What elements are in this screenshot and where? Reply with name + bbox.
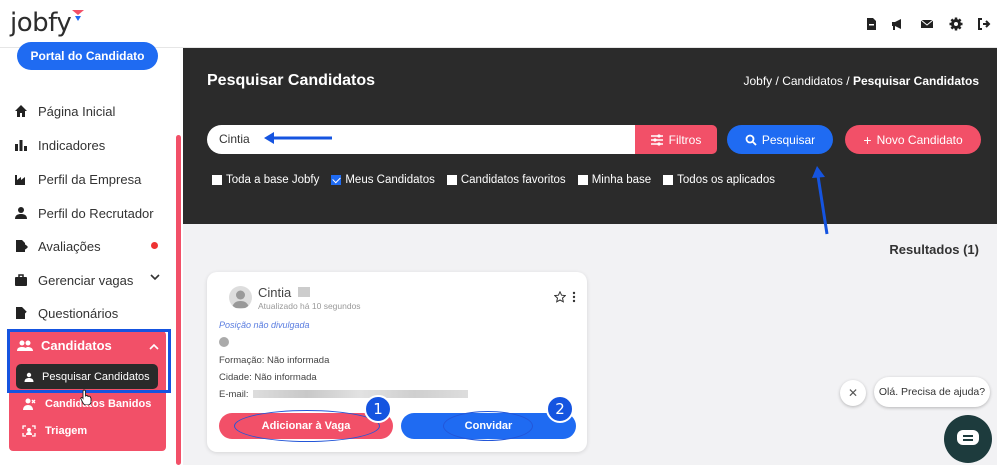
portal-candidato-button[interactable]: Portal do Candidato: [17, 42, 158, 70]
info-dot-icon: [219, 337, 229, 347]
pesquisar-label: Pesquisar: [761, 132, 816, 147]
filter-checkboxes: Toda a base Jobfy Meus Candidatos Candid…: [212, 174, 787, 186]
checkbox-label: Toda a base Jobfy: [226, 174, 320, 186]
redacted-surname: [298, 287, 310, 297]
checkbox[interactable]: [663, 175, 674, 185]
top-bar: jobfy: [0, 0, 997, 48]
subnav-label: Triagem: [45, 425, 88, 437]
subnav-label: Candidatos Banidos: [45, 398, 152, 410]
page-title: Pesquisar Candidatos: [207, 72, 376, 89]
gear-icon[interactable]: [949, 17, 963, 31]
file-export-icon: [16, 240, 28, 252]
chat-launcher-button[interactable]: [944, 415, 992, 463]
sidebar-item-label: Página Inicial: [38, 103, 116, 119]
user-icon: [15, 207, 27, 219]
sidebar-item-label: Questionários: [38, 305, 119, 321]
notification-dot: [151, 242, 158, 249]
formacao-info: Formação: Não informada: [219, 355, 330, 366]
avatar: [229, 286, 252, 309]
annotation-highlight-box: [7, 329, 171, 393]
sidebar-item-label: Perfil da Empresa: [38, 171, 142, 187]
filter-minha-base[interactable]: Minha base: [577, 174, 652, 186]
novo-candidato-label: Novo Candidato: [876, 132, 963, 147]
sidebar-item-avaliacoes[interactable]: Avaliações: [14, 235, 101, 257]
search-icon: [745, 134, 757, 146]
sidebar-item-label: Gerenciar vagas: [38, 272, 134, 288]
logo-mark-icon: [72, 10, 84, 21]
document-icon[interactable]: [864, 17, 878, 31]
chat-icon: [957, 430, 979, 445]
sidebar-item-pagina-inicial[interactable]: Página Inicial: [14, 100, 115, 122]
position-status: Posição não divulgada: [219, 320, 310, 330]
sidebar-item-label: Indicadores: [38, 137, 106, 153]
annotation-ellipse: [234, 410, 380, 442]
filter-meus-candidatos[interactable]: Meus Candidatos: [331, 174, 435, 186]
industry-icon: [15, 175, 25, 185]
more-options-icon[interactable]: [572, 291, 576, 303]
novo-candidato-button[interactable]: + Novo Candidato: [845, 125, 981, 154]
logout-icon[interactable]: [977, 17, 991, 31]
candidate-name[interactable]: Cintia: [258, 285, 291, 300]
sidebar-item-questionarios[interactable]: Questionários: [14, 302, 118, 324]
sidebar-item-perfil-recrutador[interactable]: Perfil do Recrutador: [14, 202, 154, 224]
user-avatar-icon: [232, 290, 249, 308]
sliders-icon: [650, 133, 663, 146]
sidebar-item-perfil-empresa[interactable]: Perfil da Empresa: [14, 168, 141, 190]
scan-user-icon: [22, 425, 36, 437]
filtros-button[interactable]: Filtros: [635, 125, 717, 154]
mail-icon[interactable]: [920, 17, 934, 31]
checkbox-label: Meus Candidatos: [345, 174, 435, 186]
plus-icon: +: [863, 131, 872, 148]
sidebar-scrollbar[interactable]: [176, 135, 181, 465]
email-info: E-mail:: [219, 389, 249, 400]
checkbox[interactable]: [212, 175, 222, 185]
filter-toda-base[interactable]: Toda a base Jobfy: [212, 174, 319, 186]
annotation-badge-2: 2: [546, 395, 574, 423]
breadcrumb-candidatos[interactable]: Candidatos: [782, 74, 843, 88]
hand-cursor-icon: [80, 389, 92, 405]
checkbox-label: Minha base: [591, 174, 652, 186]
file-edit-icon: [16, 307, 27, 319]
annotation-badge-1: 1: [364, 395, 392, 423]
breadcrumb: Jobfy / Candidatos / Pesquisar Candidato…: [743, 74, 979, 88]
checkbox-checked[interactable]: [331, 175, 342, 185]
chat-close-button[interactable]: ✕: [840, 380, 866, 406]
subnav-triagem[interactable]: Triagem: [22, 425, 87, 437]
megaphone-icon[interactable]: [890, 17, 904, 31]
filtros-label: Filtros: [668, 132, 702, 147]
breadcrumb-jobfy[interactable]: Jobfy: [743, 74, 772, 88]
updated-time: Atualizado há 10 segundos: [258, 301, 361, 311]
user-ban-icon: [23, 398, 36, 410]
breadcrumb-current: Pesquisar Candidatos: [852, 74, 979, 88]
annotation-arrow-icon: [812, 166, 829, 235]
redacted-email: [253, 390, 468, 398]
filter-favoritos[interactable]: Candidatos favoritos: [446, 174, 566, 186]
home-icon: [15, 105, 27, 117]
sidebar-item-indicadores[interactable]: Indicadores: [14, 134, 105, 156]
sidebar-item-label: Avaliações: [38, 238, 101, 254]
annotation-ellipse: [443, 411, 533, 441]
jobfy-logo[interactable]: jobfy: [10, 8, 72, 38]
pesquisar-button[interactable]: Pesquisar: [727, 125, 833, 154]
bar-chart-icon: [15, 140, 27, 151]
star-icon[interactable]: [554, 291, 566, 303]
checkbox[interactable]: [446, 175, 457, 185]
breadcrumb-separator: /: [775, 74, 779, 88]
checkbox-label: Candidatos favoritos: [460, 174, 566, 186]
cidade-info: Cidade: Não informada: [219, 372, 317, 383]
results-count: Resultados (1): [889, 242, 979, 257]
chat-greeting-bubble[interactable]: Olá. Precisa de ajuda?: [874, 377, 990, 407]
checkbox[interactable]: [577, 175, 588, 185]
breadcrumb-separator: /: [846, 74, 850, 88]
briefcase-icon: [15, 274, 27, 286]
sidebar-item-label: Perfil do Recrutador: [38, 205, 154, 221]
annotation-arrow-icon: [264, 132, 332, 144]
sidebar-item-gerenciar-vagas[interactable]: Gerenciar vagas: [14, 269, 133, 291]
checkbox-label: Todos os aplicados: [677, 174, 775, 186]
filter-todos-aplicados[interactable]: Todos os aplicados: [663, 174, 775, 186]
chevron-down-icon[interactable]: [150, 272, 160, 282]
